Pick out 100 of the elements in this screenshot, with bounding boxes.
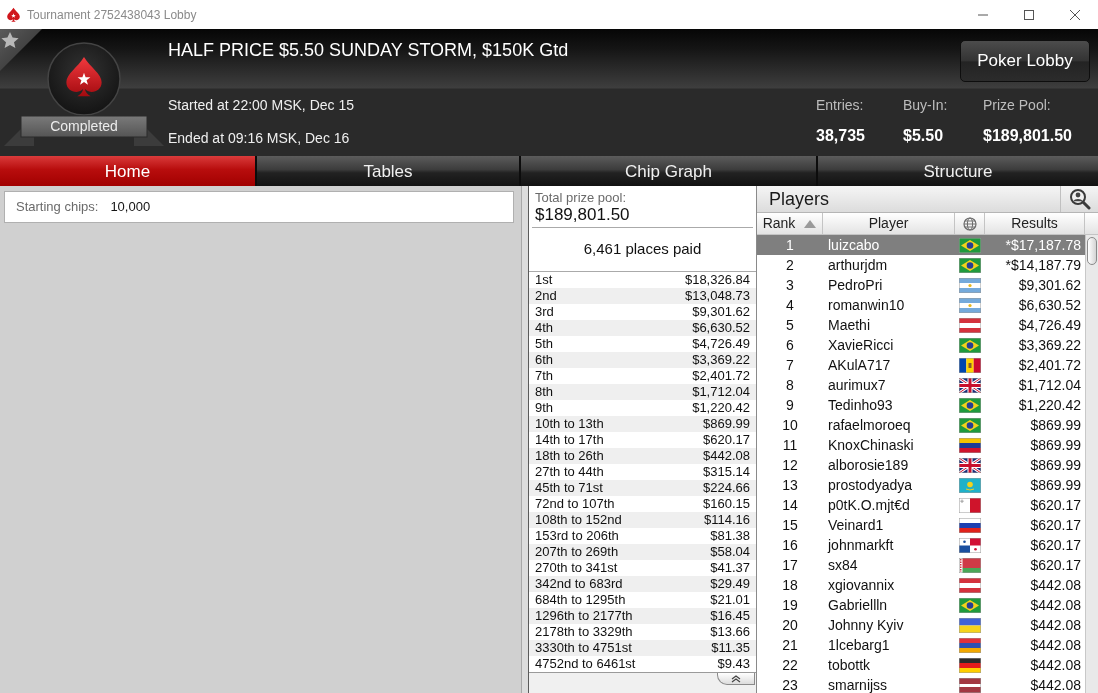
player-name: arthurjdm — [828, 257, 888, 273]
player-result: $620.17 — [1030, 497, 1081, 513]
prize-amount: $81.38 — [710, 528, 750, 544]
player-rank: 16 — [782, 537, 798, 553]
prize-amount: $114.16 — [703, 512, 750, 528]
prize-place: 14th to 17th — [535, 432, 604, 448]
player-name: romanwin10 — [828, 297, 905, 313]
column-header[interactable]: Results — [985, 213, 1085, 235]
player-result: $620.17 — [1030, 537, 1081, 553]
prize-place: 8th — [535, 384, 554, 400]
player-name: xgiovannix — [828, 577, 895, 593]
triangle-up-icon — [804, 219, 817, 228]
column-header[interactable] — [955, 213, 985, 235]
column-header[interactable]: Rank — [757, 213, 823, 235]
uk-flag-icon — [959, 457, 981, 473]
prize-place: 3330th to 4751st — [535, 640, 632, 656]
player-result: $442.08 — [1030, 637, 1081, 653]
brazil-flag-icon — [959, 257, 981, 273]
player-name: tobottk — [828, 657, 871, 673]
prize-amount: $442.08 — [703, 448, 750, 464]
stat-value: $5.50 — [903, 126, 944, 146]
player-result: $4,726.49 — [1018, 317, 1081, 333]
tab[interactable]: Tables — [257, 156, 519, 186]
poker-lobby-button[interactable]: Poker Lobby — [960, 40, 1090, 82]
player-rank: 13 — [782, 477, 798, 493]
player-result: $620.17 — [1030, 557, 1081, 573]
player-name: prostodyadya — [828, 477, 913, 493]
brazil-flag-icon — [959, 397, 981, 413]
tab[interactable]: Home — [0, 156, 255, 186]
brazil-flag-icon — [959, 337, 981, 353]
player-rank: 7 — [786, 357, 794, 373]
player-name: johnmarkft — [828, 537, 894, 553]
prize-amount: $1,712.04 — [692, 384, 750, 400]
player-result: $2,401.72 — [1018, 357, 1081, 373]
player-result: $869.99 — [1030, 437, 1081, 453]
stat-value: 38,735 — [816, 126, 865, 146]
kazakhstan-flag-icon — [959, 477, 981, 493]
player-rank: 23 — [782, 677, 798, 693]
players-title: Players — [769, 187, 830, 211]
player-result: $442.08 — [1030, 577, 1081, 593]
panama-flag-icon — [959, 537, 981, 553]
prize-place: 108th to 152nd — [535, 512, 622, 528]
player-rank: 21 — [782, 637, 798, 653]
prize-amount: $1,220.42 — [692, 400, 750, 416]
player-name: XavieRicci — [828, 337, 894, 353]
spade-icon — [6, 7, 21, 22]
star-icon[interactable] — [0, 29, 42, 71]
player-result: $869.99 — [1030, 477, 1081, 493]
player-name: alborosie189 — [828, 457, 909, 473]
starting-chips-value: 10,000 — [110, 198, 151, 217]
prize-place: 18th to 26th — [535, 448, 604, 464]
player-row[interactable]: 1 luizcabo *$17,187.78 — [757, 235, 1085, 255]
player-name: Maethi — [828, 317, 871, 333]
player-rank: 10 — [782, 417, 798, 433]
prize-amount: $29.49 — [710, 576, 750, 592]
player-result: *$17,187.78 — [1005, 237, 1081, 253]
prize-amount: $869.99 — [703, 416, 750, 432]
prize-amount: $16.45 — [710, 608, 750, 624]
globe-icon — [962, 216, 977, 231]
scrollbar[interactable] — [1085, 235, 1098, 693]
tournament-title: HALF PRICE $5.50 SUNDAY STORM, $150K Gtd — [168, 40, 569, 60]
status-ribbon: Completed — [4, 115, 164, 146]
prize-place: 1st — [535, 272, 553, 288]
prize-place: 3rd — [535, 304, 554, 320]
germany-flag-icon — [959, 657, 981, 673]
column-header[interactable]: Player — [823, 213, 955, 235]
prize-place: 72nd to 107th — [535, 496, 615, 512]
player-rank: 5 — [786, 317, 794, 333]
player-result: $442.08 — [1030, 617, 1081, 633]
prize-amount: $315.14 — [703, 464, 750, 480]
prize-amount: $2,401.72 — [692, 368, 750, 384]
prize-place: 5th — [535, 336, 554, 352]
stat-label: Prize Pool: — [983, 96, 1051, 115]
player-rank: 15 — [782, 517, 798, 533]
schedule-text: Started at 22:00 MSK, Dec 15 — [168, 96, 354, 115]
prize-place: 1296th to 2177th — [535, 608, 633, 624]
player-rank: 20 — [782, 617, 798, 633]
prize-amount: $21.01 — [710, 592, 750, 608]
player-rank: 9 — [786, 397, 794, 413]
brazil-flag-icon — [959, 597, 981, 613]
prize-place: 270th to 341st — [535, 560, 618, 576]
tab[interactable]: Chip Graph — [521, 156, 816, 186]
double-chevron-up-icon — [731, 674, 741, 683]
stat-label: Buy-In: — [903, 96, 948, 115]
argentina-flag-icon — [959, 277, 981, 293]
prize-amount: $6,630.52 — [692, 320, 750, 336]
prize-place: 153rd to 206th — [535, 528, 619, 544]
prize-place: 684th to 1295th — [535, 592, 626, 608]
tab[interactable]: Structure — [818, 156, 1098, 186]
austria-flag-icon — [959, 577, 981, 593]
player-result: $6,630.52 — [1018, 297, 1081, 313]
player-rank: 6 — [786, 337, 794, 353]
schedule-text: Ended at 09:16 MSK, Dec 16 — [168, 129, 350, 148]
scrollbar-thumb[interactable] — [1087, 237, 1097, 265]
player-result: *$14,187.79 — [1005, 257, 1081, 273]
collapse-button[interactable] — [717, 673, 755, 685]
player-name: rafaelmoroeq — [828, 417, 911, 433]
prize-amount: $18,326.84 — [684, 272, 750, 288]
prize-place: 45th to 71st — [535, 480, 603, 496]
player-result: $442.08 — [1030, 657, 1081, 673]
